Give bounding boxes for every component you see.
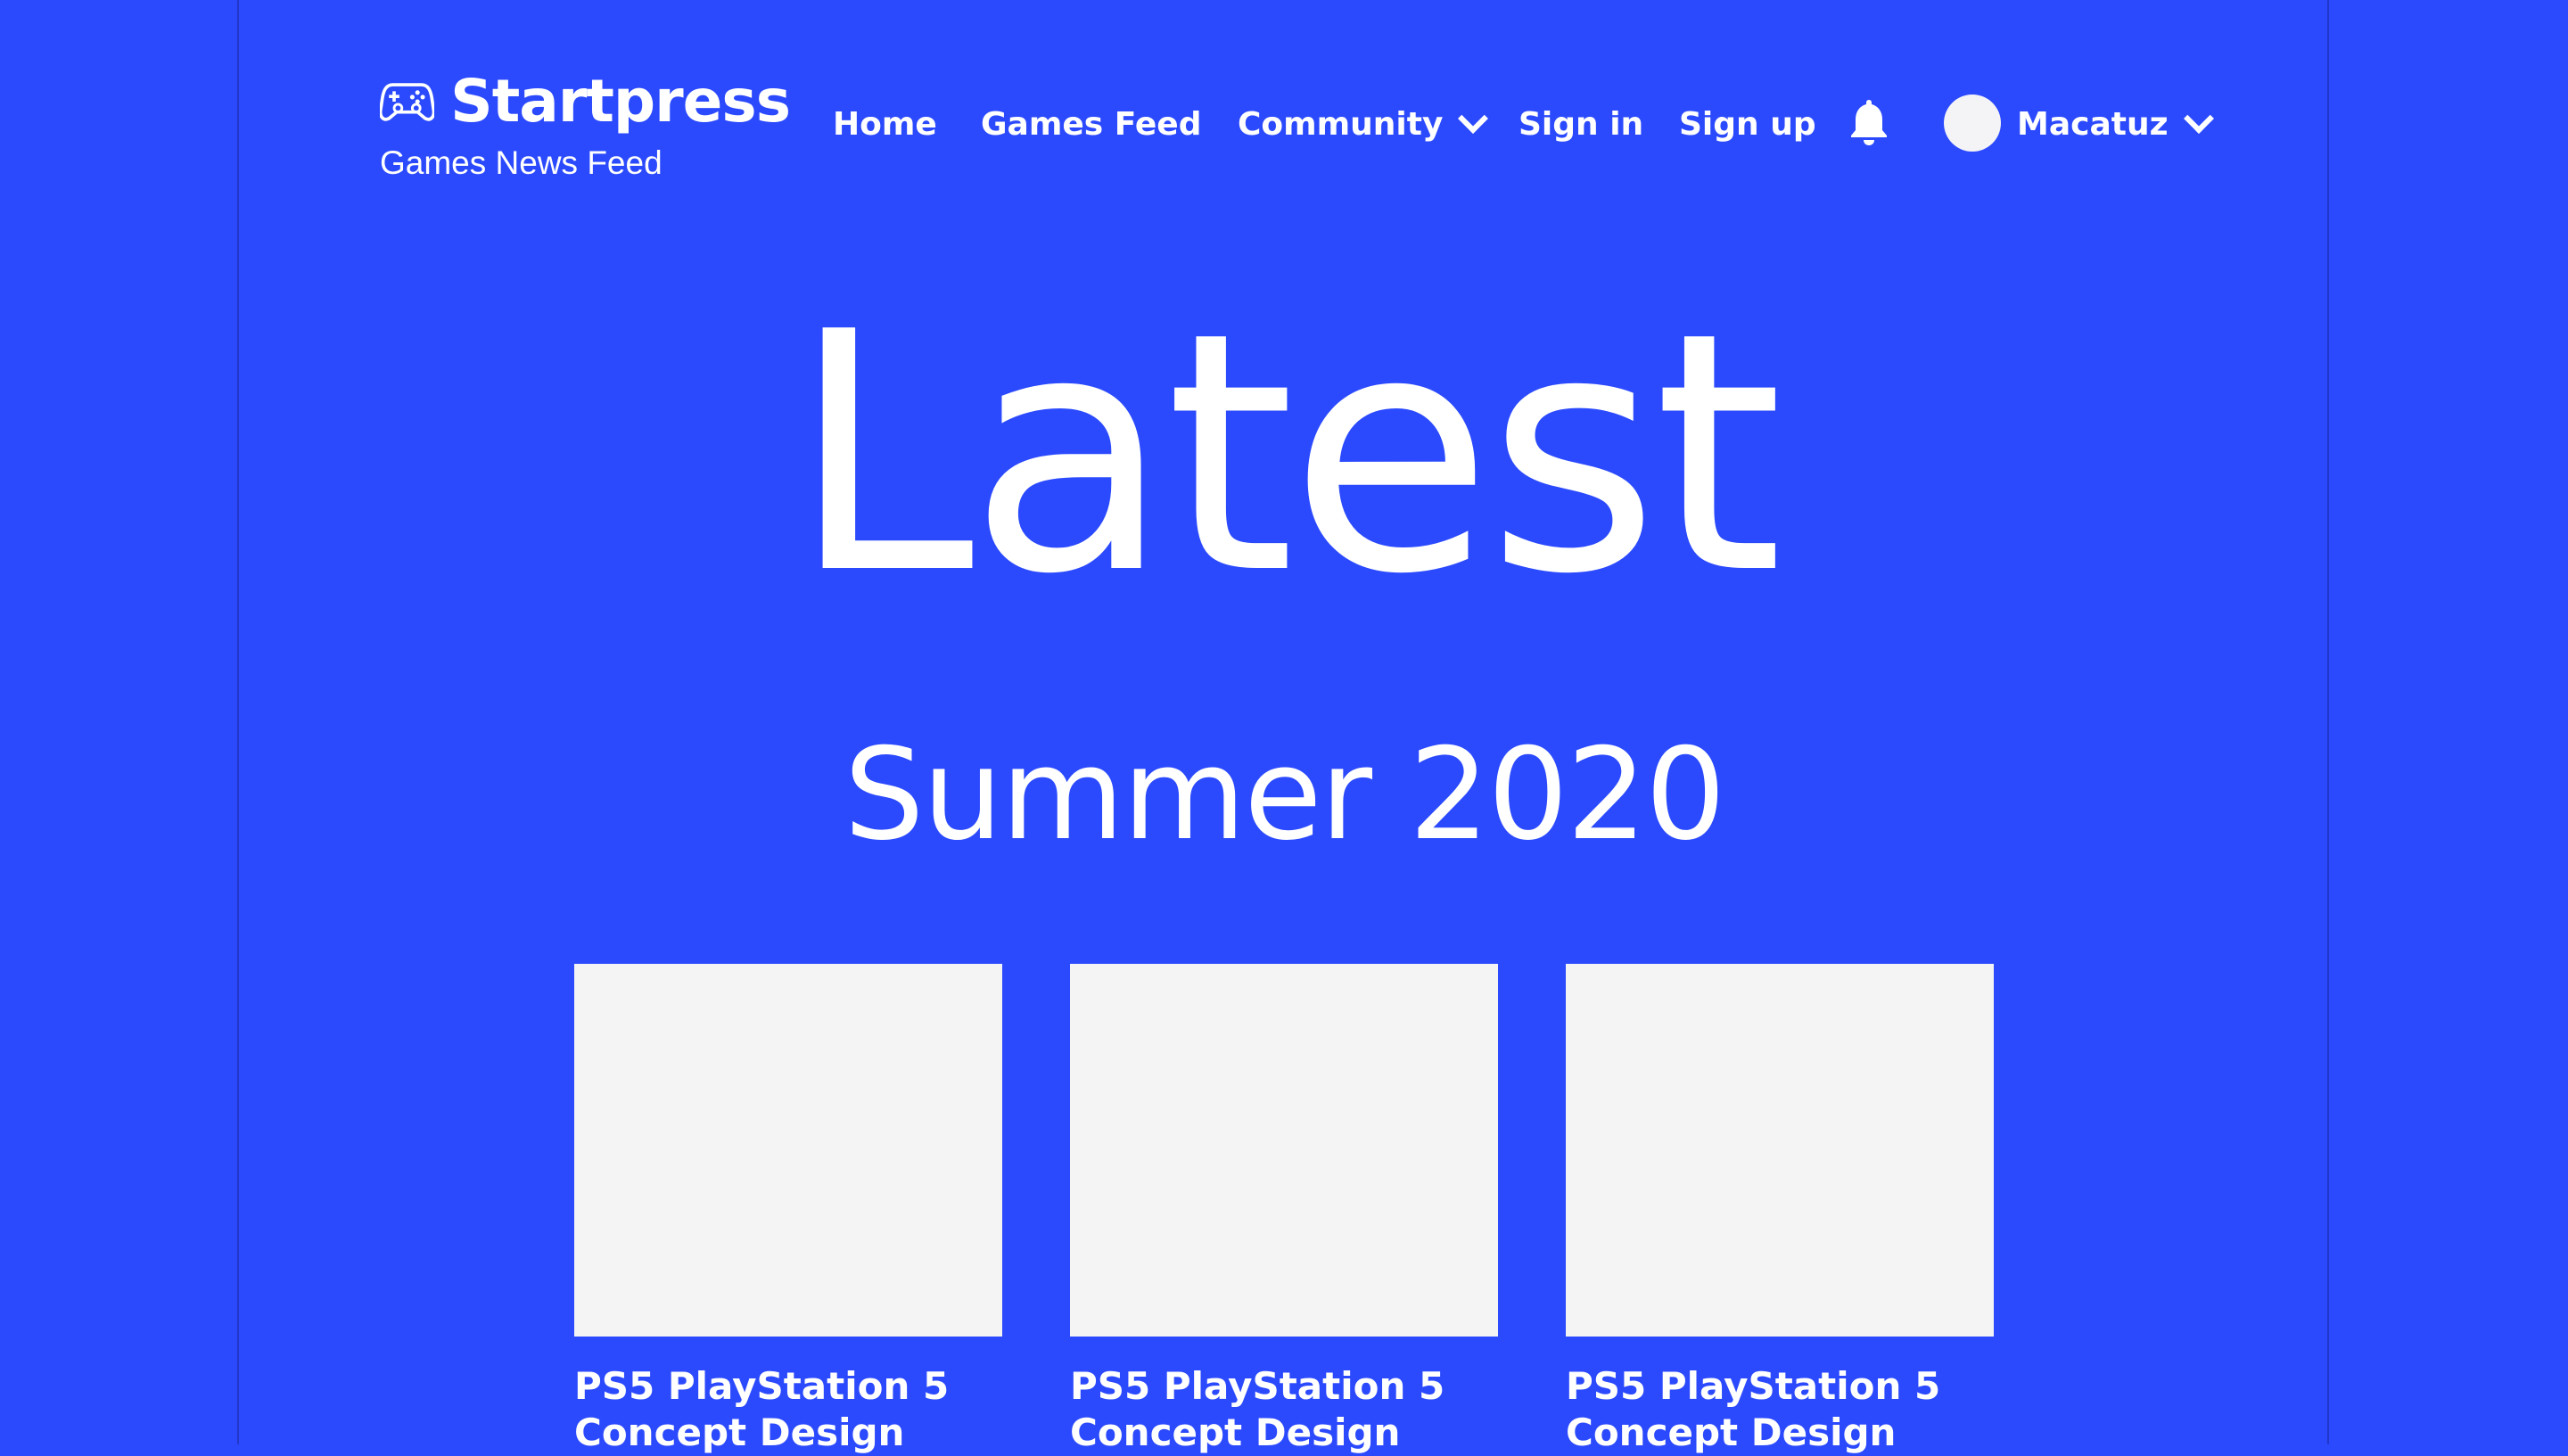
card-title: PS5 PlayStation 5 Concept Design <box>1070 1364 1445 1454</box>
card-title: PS5 PlayStation 5 Concept Design <box>574 1364 950 1454</box>
user-menu[interactable]: Macatuz <box>2017 93 2214 157</box>
main-nav: Home Games Feed Community Sign in Sign u… <box>0 93 2568 157</box>
card-image-placeholder <box>574 964 1002 1337</box>
nav-sign-up-link[interactable]: Sign up <box>1679 93 1816 157</box>
nav-community-label: Community <box>1238 106 1444 143</box>
nav-games-feed-link[interactable]: Games Feed <box>981 93 1201 157</box>
chevron-down-icon <box>1458 103 1489 134</box>
avatar[interactable] <box>1944 95 2001 152</box>
card-title: PS5 PlayStation 5 Concept Design <box>1566 1364 1941 1454</box>
article-card[interactable]: PS5 PlayStation 5 Concept Design <box>574 964 1002 1456</box>
user-name: Macatuz <box>2017 106 2169 143</box>
bell-icon[interactable] <box>1848 96 1890 146</box>
hero-title: Latest <box>790 263 1782 646</box>
chevron-down-icon <box>2183 103 2214 134</box>
hero-subtitle: Summer 2020 <box>844 721 1725 868</box>
nav-sign-in-link[interactable]: Sign in <box>1519 93 1643 157</box>
card-image-placeholder <box>1566 964 1994 1337</box>
nav-community-dropdown[interactable]: Community <box>1238 93 1489 157</box>
article-card[interactable]: PS5 PlayStation 5 Concept Design <box>1070 964 1498 1456</box>
card-image-placeholder <box>1070 964 1498 1337</box>
article-card[interactable]: PS5 PlayStation 5 Concept Design <box>1566 964 1994 1456</box>
nav-home-link[interactable]: Home <box>833 93 937 157</box>
